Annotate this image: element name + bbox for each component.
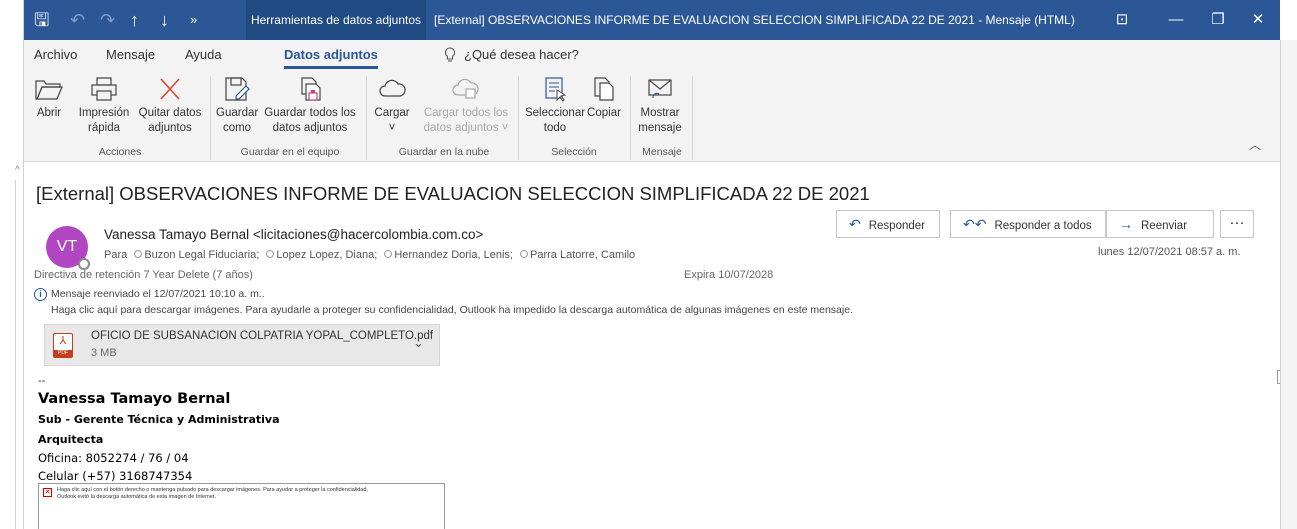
recipient[interactable]: Lopez Lopez, Diana; <box>276 249 377 261</box>
forward-icon: → <box>1119 216 1133 232</box>
message-datetime: lunes 12/07/2021 08:57 a. m. <box>1098 246 1241 258</box>
presence-icon <box>266 250 275 258</box>
presence-icon <box>520 250 529 258</box>
reply-all-icon: ↶↶ <box>963 216 987 232</box>
reply-icon: ↶ <box>849 216 861 232</box>
ribbon-display-options-icon[interactable]: ⊡ <box>1104 0 1140 40</box>
sender-name[interactable]: Vanessa Tamayo Bernal <licitaciones@hace… <box>104 227 483 242</box>
retention-policy[interactable]: Directiva de retención 7 Year Delete (7 … <box>34 269 253 281</box>
signature-office-phone: Oficina: 8052274 / 76 / 04 <box>38 451 189 465</box>
folder-open-icon <box>35 80 63 100</box>
presence-icon <box>134 250 143 258</box>
collapse-ribbon-icon[interactable]: ︿ <box>1249 136 1261 153</box>
ribbon-separator <box>518 76 519 160</box>
tell-me-search[interactable]: ¿Qué desea hacer? <box>464 47 579 62</box>
blocked-image-text: Haga clic aquí con el botón derecho o ma… <box>57 487 368 500</box>
group-label-guardar-nube: Guardar en la nube <box>398 146 490 158</box>
info-icon: i <box>34 288 47 301</box>
forward-button[interactable]: → Reenviar <box>1106 210 1214 238</box>
caret-up-icon: ^ <box>15 165 20 176</box>
reply-button[interactable]: ↶ Responder <box>836 210 940 238</box>
recipient[interactable]: Buzon Legal Fiduciaria; <box>144 249 259 261</box>
presence-icon <box>384 250 393 258</box>
ribbon-tabs: Archivo Mensaje Ayuda Datos adjuntos ¿Qu… <box>24 40 1280 72</box>
group-label-guardar-equipo: Guardar en el equipo <box>240 146 340 158</box>
window-left-edge <box>0 0 24 529</box>
tab-archivo[interactable]: Archivo <box>34 47 77 62</box>
group-label-mensaje: Mensaje <box>642 146 682 158</box>
save-all-attachments-button[interactable]: Guardar todos los datos adjuntos <box>260 76 360 136</box>
group-label-acciones: Acciones <box>98 146 142 158</box>
reply-all-button[interactable]: ↶↶ Responder a todos <box>950 210 1106 238</box>
context-tab-label: Herramientas de datos adjuntos <box>246 0 426 40</box>
ribbon-separator <box>630 76 631 160</box>
tab-datos-adjuntos[interactable]: Datos adjuntos <box>284 47 378 69</box>
ribbon-separator <box>692 76 693 160</box>
restore-button[interactable]: ❐ <box>1200 0 1236 40</box>
envelope-icon <box>648 79 672 99</box>
cloud-icon <box>379 79 406 97</box>
recipient[interactable]: Hernandez Doria, Lenis; <box>394 249 513 261</box>
forwarded-note: Mensaje reenviado el 12/07/2021 10:10 a.… <box>51 288 265 300</box>
ribbon-separator <box>366 76 367 160</box>
save-as-icon <box>225 77 250 101</box>
to-label: Para <box>104 249 128 261</box>
chevron-down-icon[interactable]: ⌄ <box>413 335 424 351</box>
signature-title: Arquitecta <box>38 433 104 446</box>
undo-icon[interactable]: ↶ <box>70 10 85 30</box>
ribbon: Abrir Impresión rápida Quitar datos adjunt… <box>24 72 1280 162</box>
blocked-image-placeholder[interactable]: ✕ Haga clic aquí con el botón derecho o … <box>38 483 445 529</box>
quick-print-button[interactable]: Impresión rápida <box>74 76 134 136</box>
customize-quick-access-icon[interactable]: » <box>190 10 197 30</box>
minimize-button[interactable]: — <box>1158 0 1194 40</box>
avatar[interactable]: VT <box>46 226 90 270</box>
title-bar: 🖫 ↶ ↷ ↑ ↓ » Herramientas de datos adjunt… <box>24 0 1280 40</box>
attachment-name: OFICIO DE SUBSANACION COLPATRIA YOPAL_CO… <box>91 330 434 342</box>
tab-mensaje[interactable]: Mensaje <box>106 47 155 62</box>
next-item-icon[interactable]: ↓ <box>160 10 169 30</box>
cloud-upload-icon <box>452 78 479 99</box>
signature-role: Sub - Gerente Técnica y Administrativa <box>38 413 280 426</box>
previous-item-icon[interactable]: ↑ <box>130 10 139 30</box>
printer-icon <box>91 77 117 101</box>
recipient[interactable]: Parra Latorre, Camilo <box>530 249 635 261</box>
save-icon[interactable]: 🖫 <box>34 10 49 30</box>
group-label-seleccion: Selección <box>551 146 597 158</box>
show-message-button[interactable]: Mostrar mensaje <box>634 76 686 136</box>
remove-x-icon <box>160 78 180 100</box>
signature-separator: -- <box>38 375 46 387</box>
signature-cell-phone: Celular (+57) 3168747354 <box>38 469 193 483</box>
upload-button[interactable]: Cargar ˅ <box>372 76 412 136</box>
select-all-button[interactable]: Seleccionar todo <box>524 76 586 136</box>
attachment-card[interactable]: ⅄ PDF OFICIO DE SUBSANACION COLPATRIA YO… <box>44 324 440 366</box>
open-attachment-button[interactable]: Abrir <box>32 76 66 121</box>
copy-button[interactable]: Copiar <box>584 76 624 121</box>
save-all-icon <box>301 77 321 101</box>
upload-all-button[interactable]: Cargar todos los datos adjuntos ˅ <box>416 76 516 136</box>
attachment-size: 3 MB <box>91 347 117 359</box>
close-button[interactable]: ✕ <box>1240 0 1276 40</box>
avatar-initials: VT <box>56 238 78 255</box>
window-title: [External] OBSERVACIONES INFORME DE EVAL… <box>434 13 1075 27</box>
vertical-scrollbar-track[interactable] <box>1280 40 1297 529</box>
redo-icon[interactable]: ↷ <box>100 10 115 30</box>
select-all-icon <box>545 77 567 102</box>
message-subject: [External] OBSERVACIONES INFORME DE EVAL… <box>36 183 870 204</box>
recipients-line: Para Buzon Legal Fiduciaria; Lopez Lopez… <box>104 249 635 261</box>
pane-divider <box>15 180 16 529</box>
signature-name: Vanessa Tamayo Bernal <box>38 391 231 407</box>
copy-icon <box>594 77 614 101</box>
pdf-icon: ⅄ PDF <box>53 333 73 358</box>
download-images-infobar[interactable]: Haga clic aquí para descargar imágenes. … <box>51 304 853 316</box>
remove-attachment-button[interactable]: Quitar datos adjuntos <box>138 76 202 136</box>
more-actions-button[interactable]: ··· <box>1220 210 1254 238</box>
broken-image-icon: ✕ <box>43 488 52 497</box>
tab-ayuda[interactable]: Ayuda <box>185 47 222 62</box>
ribbon-separator <box>210 76 211 160</box>
reading-pane: [External] OBSERVACIONES INFORME DE EVAL… <box>24 163 1291 529</box>
expiration-date: Expira 10/07/2028 <box>684 269 774 281</box>
save-as-button[interactable]: Guardar como <box>216 76 258 136</box>
lightbulb-icon <box>444 47 456 66</box>
